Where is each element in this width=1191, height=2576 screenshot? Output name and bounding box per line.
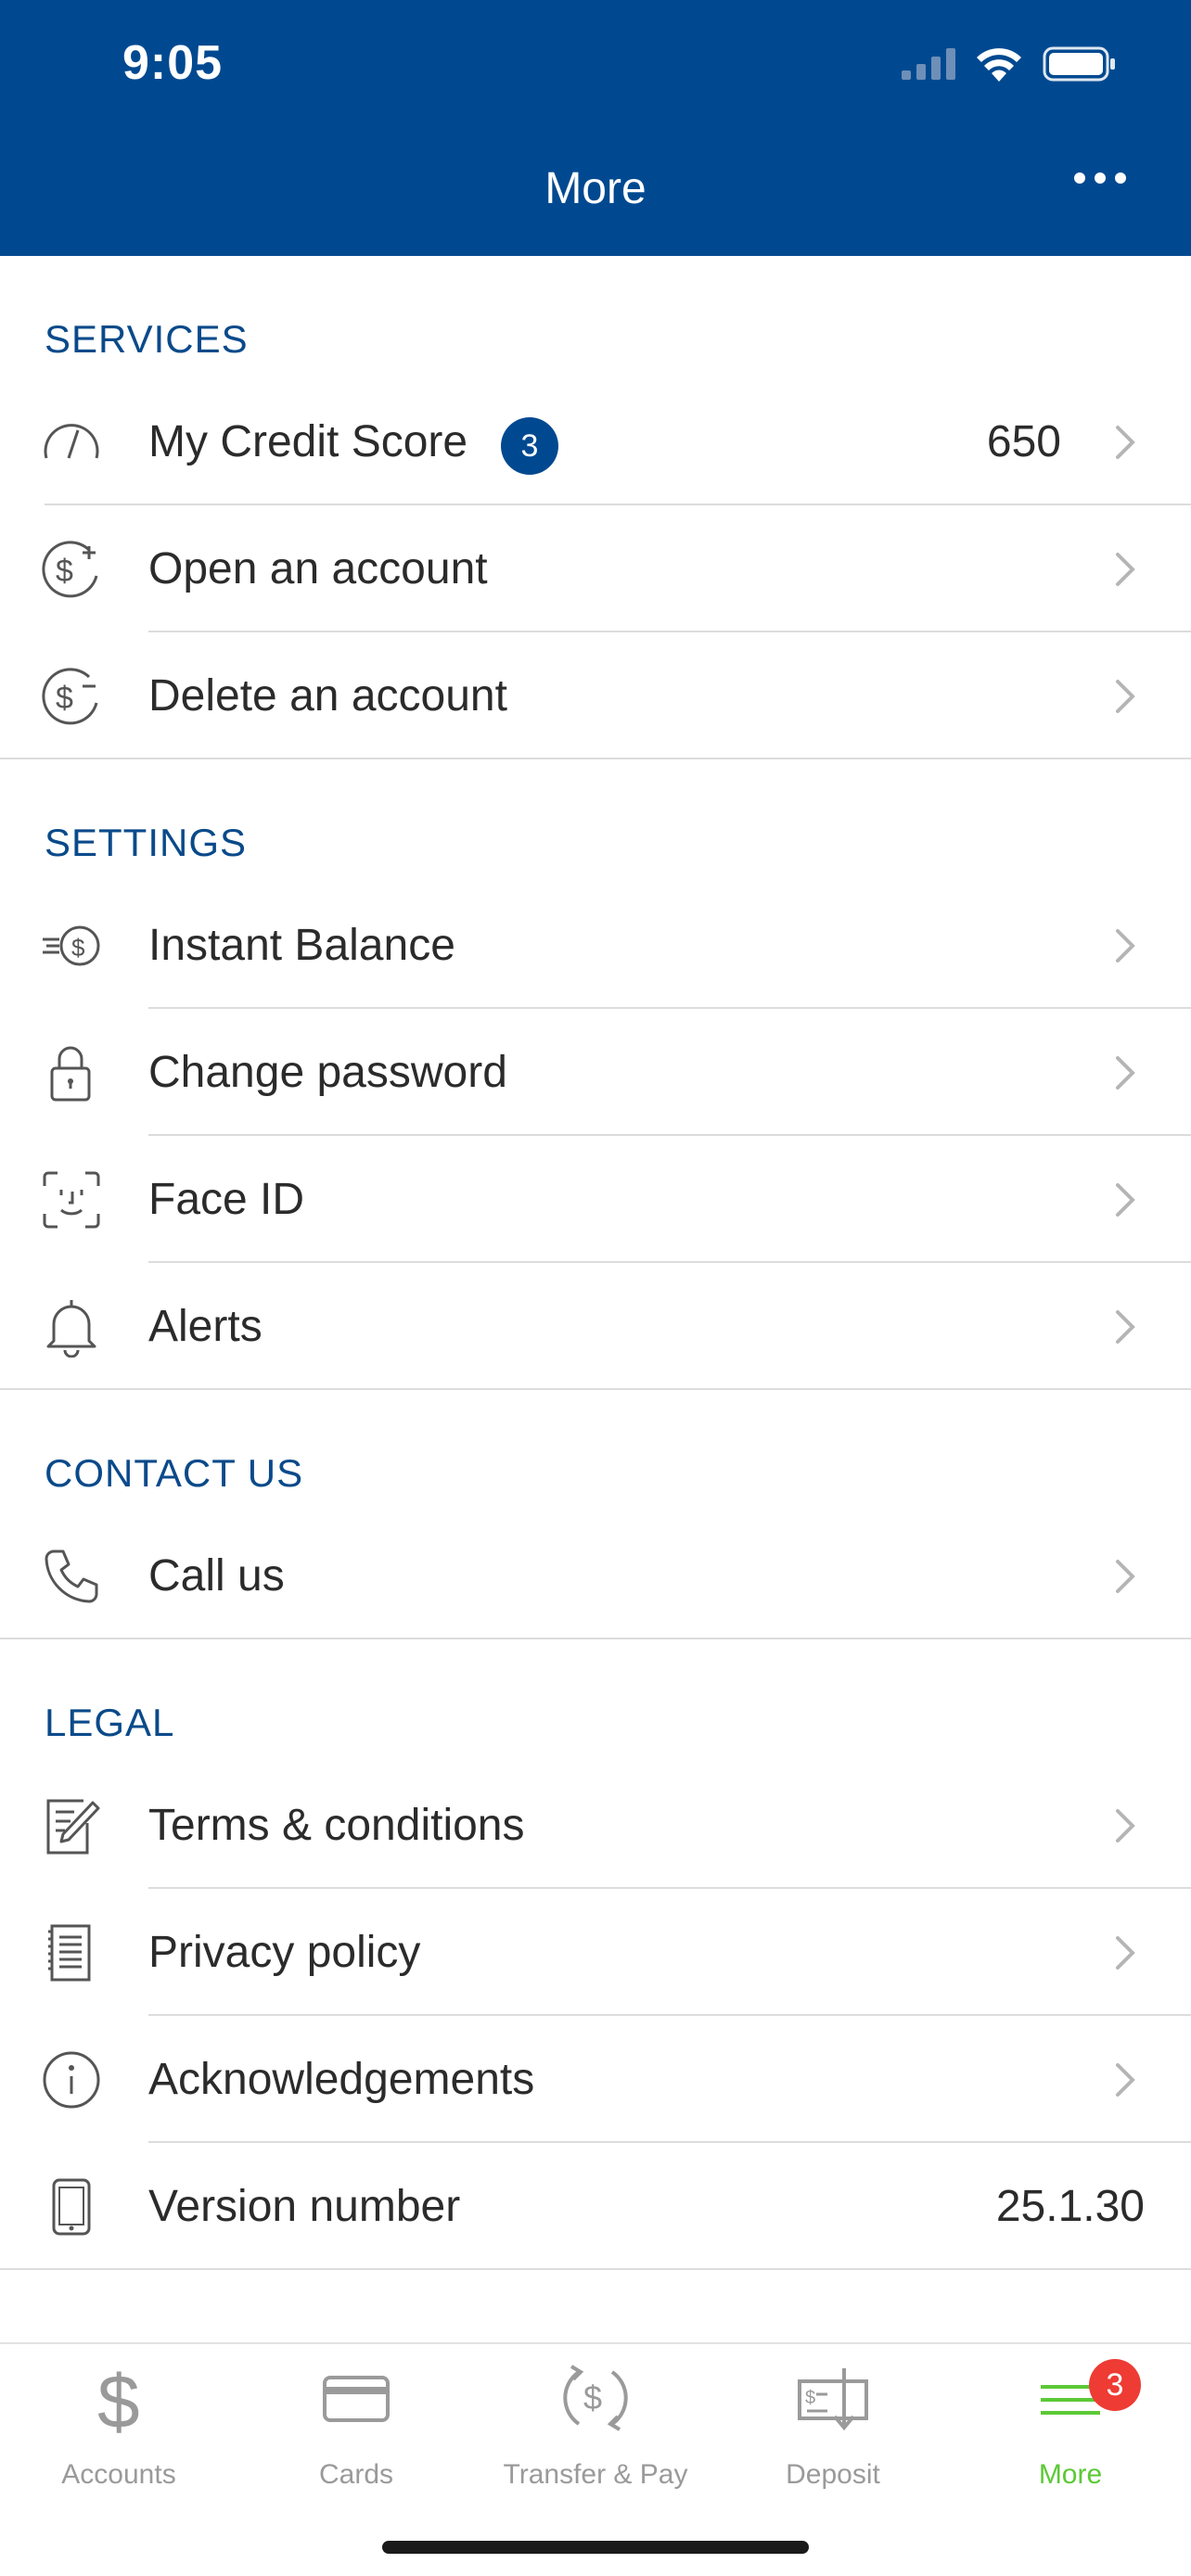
document-pen-icon bbox=[46, 1799, 100, 1855]
notification-badge: 3 bbox=[1089, 2359, 1141, 2411]
section-title: CONTACT US bbox=[45, 1451, 304, 1495]
row-face-id[interactable]: Face ID bbox=[0, 1136, 1191, 1263]
row-label: Version number bbox=[148, 2182, 461, 2231]
home-indicator bbox=[382, 2541, 809, 2554]
wifi-icon bbox=[977, 48, 1021, 82]
row-label: My Credit Score bbox=[148, 417, 468, 466]
chevron-right-icon bbox=[1116, 1183, 1135, 1217]
section-header-services: SERVICES bbox=[0, 256, 1191, 378]
info-icon bbox=[43, 2051, 100, 2109]
tab-accounts[interactable]: $ Accounts bbox=[0, 2344, 237, 2490]
speedometer-icon bbox=[44, 424, 99, 459]
phone-icon bbox=[45, 1549, 98, 1603]
chevron-right-icon bbox=[1116, 1310, 1135, 1344]
lock-icon bbox=[50, 1046, 91, 1102]
chevron-right-icon bbox=[1116, 426, 1135, 459]
transfer-icon: $ bbox=[563, 2365, 628, 2431]
svg-text:$: $ bbox=[56, 681, 73, 716]
row-version: Version number 25.1.30 bbox=[0, 2143, 1191, 2270]
tab-transfer-pay[interactable]: $ Transfer & Pay bbox=[477, 2344, 714, 2490]
row-label: Privacy policy bbox=[148, 1928, 421, 1977]
chevron-right-icon bbox=[1116, 2063, 1135, 2097]
row-label: Face ID bbox=[148, 1175, 305, 1224]
instant-balance-icon: $ bbox=[43, 925, 100, 966]
row-change-password[interactable]: Change password bbox=[0, 1009, 1191, 1136]
row-label: Call us bbox=[148, 1551, 285, 1600]
cellular-signal-icon bbox=[902, 48, 955, 80]
chevron-right-icon bbox=[1116, 1809, 1135, 1843]
chevron-right-icon bbox=[1116, 553, 1135, 586]
dollar-plus-icon: $ bbox=[42, 541, 98, 598]
row-alerts[interactable]: Alerts bbox=[0, 1263, 1191, 1390]
chevron-right-icon bbox=[1116, 1560, 1135, 1593]
chevron-right-icon bbox=[1116, 1936, 1135, 1970]
tab-deposit[interactable]: $ Deposit bbox=[714, 2344, 952, 2490]
status-time: 9:05 bbox=[122, 36, 224, 90]
row-terms[interactable]: Terms & conditions bbox=[0, 1762, 1191, 1889]
page-title: More bbox=[544, 164, 647, 213]
credit-score-value: 650 bbox=[986, 417, 1061, 466]
section-title: SERVICES bbox=[45, 317, 249, 361]
section-header-settings: SETTINGS bbox=[0, 759, 1191, 882]
more-options-icon[interactable] bbox=[1074, 172, 1126, 184]
document-icon bbox=[48, 1924, 91, 1982]
svg-text:$: $ bbox=[97, 2361, 140, 2435]
tab-label: More bbox=[1038, 2459, 1103, 2490]
bell-icon bbox=[46, 1300, 96, 1358]
chevron-right-icon bbox=[1116, 929, 1135, 963]
row-instant-balance[interactable]: $ Instant Balance bbox=[0, 882, 1191, 1009]
tab-more[interactable]: 3 More bbox=[952, 2344, 1189, 2490]
svg-text:$: $ bbox=[583, 2378, 602, 2417]
row-label: Acknowledgements bbox=[148, 2055, 535, 2104]
tab-label: Cards bbox=[318, 2459, 394, 2490]
row-delete-account[interactable]: $ Delete an account bbox=[0, 632, 1191, 759]
row-label: Instant Balance bbox=[148, 921, 455, 970]
battery-icon bbox=[1043, 46, 1115, 82]
divider bbox=[0, 2268, 1191, 2270]
tab-cards[interactable]: Cards bbox=[237, 2344, 475, 2490]
row-label: Change password bbox=[148, 1048, 507, 1097]
row-label: Alerts bbox=[148, 1302, 263, 1351]
row-call-us[interactable]: Call us bbox=[0, 1512, 1191, 1639]
row-acknowledgements[interactable]: Acknowledgements bbox=[0, 2016, 1191, 2143]
row-label: Delete an account bbox=[148, 671, 507, 721]
tab-label: Deposit bbox=[786, 2459, 880, 2490]
section-header-legal: LEGAL bbox=[0, 1639, 1191, 1762]
row-label: Terms & conditions bbox=[148, 1801, 525, 1850]
section-title: SETTINGS bbox=[45, 821, 248, 864]
dollar-icon: $ bbox=[97, 2361, 140, 2435]
chevron-right-icon bbox=[1116, 1056, 1135, 1090]
version-value: 25.1.30 bbox=[995, 2182, 1145, 2231]
tab-label: Accounts bbox=[61, 2459, 176, 2490]
chevron-right-icon bbox=[1116, 680, 1135, 713]
tab-label: Transfer & Pay bbox=[503, 2459, 688, 2490]
app-header: 9:05 More bbox=[0, 0, 1191, 256]
more-list: SERVICES My Credit Score 3 650 $ Open an… bbox=[0, 256, 1191, 2270]
dollar-minus-icon: $ bbox=[42, 668, 98, 725]
smartphone-icon bbox=[52, 2178, 91, 2236]
face-id-icon bbox=[43, 1171, 100, 1229]
credit-card-icon bbox=[323, 2376, 390, 2422]
svg-text:$: $ bbox=[805, 2388, 815, 2408]
row-label: Open an account bbox=[148, 544, 488, 593]
svg-text:$: $ bbox=[56, 554, 73, 589]
svg-text:$: $ bbox=[71, 934, 85, 962]
row-privacy[interactable]: Privacy policy bbox=[0, 1889, 1191, 2016]
row-open-account[interactable]: $ Open an account bbox=[0, 505, 1191, 632]
check-deposit-icon: $ bbox=[798, 2368, 868, 2431]
credit-score-badge: 3 bbox=[501, 417, 558, 475]
section-title: LEGAL bbox=[45, 1701, 175, 1744]
section-header-contact: CONTACT US bbox=[0, 1390, 1191, 1512]
status-icons bbox=[902, 46, 1117, 82]
row-credit-score[interactable]: My Credit Score 3 650 bbox=[0, 378, 1191, 505]
